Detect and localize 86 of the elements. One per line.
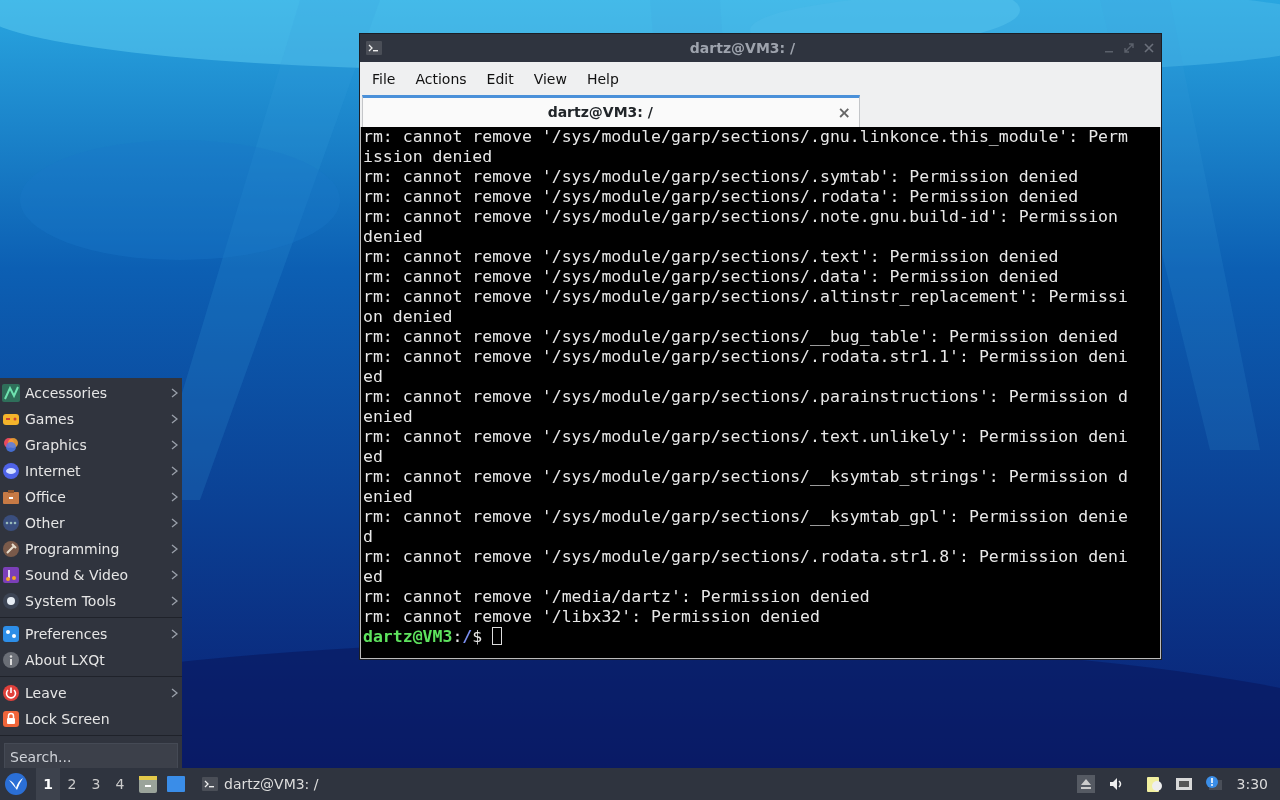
search-field[interactable]: Search... bbox=[4, 743, 178, 768]
notification-icon[interactable] bbox=[1204, 775, 1223, 793]
task-button[interactable]: dartz@VM3: / bbox=[194, 768, 327, 800]
menu-entry[interactable]: About LXQt bbox=[0, 647, 182, 673]
terminal-line: rm: cannot remove '/media/dartz': Permission denied bbox=[363, 587, 870, 607]
menu-entry[interactable]: Preferences bbox=[0, 621, 182, 647]
terminal-line: enied bbox=[363, 487, 413, 507]
text-cursor bbox=[492, 627, 503, 645]
terminal-line: ed bbox=[363, 447, 383, 467]
terminal-line: rm: cannot remove '/libx32': Permission denied bbox=[363, 607, 820, 627]
chart-icon bbox=[2, 384, 20, 402]
music-icon bbox=[2, 566, 20, 584]
terminal-line: rm: cannot remove '/sys/module/garp/sections/__bug_table': Permission denied bbox=[363, 327, 1118, 347]
terminal-line: rm: cannot remove '/sys/module/garp/sections/.data': Permission denied bbox=[363, 267, 1059, 287]
color-circles-icon bbox=[2, 436, 20, 454]
chevron-right-icon bbox=[171, 466, 178, 476]
menu-entry[interactable]: Lock Screen bbox=[0, 706, 182, 732]
menu-item[interactable]: Actions bbox=[405, 66, 477, 93]
prompt-line: dartz@VM3:/$ bbox=[363, 627, 503, 647]
desktop-icon[interactable] bbox=[166, 774, 186, 794]
terminal-line: rm: cannot remove '/sys/module/garp/sections/.note.gnu.build-id': Permission bbox=[363, 207, 1118, 227]
terminal-line: rm: cannot remove '/sys/module/garp/sections/.symtab': Permission denied bbox=[363, 167, 1079, 187]
terminal-line: rm: cannot remove '/sys/module/garp/sections/.rodata.str1.8': Permission deni bbox=[363, 547, 1128, 567]
briefcase-icon bbox=[2, 488, 20, 506]
file-cabinet-icon[interactable] bbox=[138, 774, 158, 794]
hammer-icon bbox=[2, 540, 20, 558]
menu-item[interactable]: View bbox=[523, 66, 577, 93]
dots-icon bbox=[2, 514, 20, 532]
terminal-line: rm: cannot remove '/sys/module/garp/sections/.text': Permission denied bbox=[363, 247, 1059, 267]
chevron-right-icon bbox=[171, 492, 178, 502]
menu-entry[interactable]: Leave bbox=[0, 680, 182, 706]
terminal-line: ed bbox=[363, 367, 383, 387]
terminal-line: rm: cannot remove '/sys/module/garp/sections/.rodata.str1.1': Permission deni bbox=[363, 347, 1128, 367]
chevron-right-icon bbox=[171, 544, 178, 554]
terminal-line: enied bbox=[363, 407, 413, 427]
menu-entry[interactable]: Office bbox=[0, 484, 182, 510]
tab[interactable]: dartz@VM3: / × bbox=[362, 95, 860, 127]
workspace-button[interactable]: 1 bbox=[36, 768, 60, 800]
network-icon[interactable] bbox=[1174, 775, 1193, 793]
menu-entry[interactable]: Graphics bbox=[0, 432, 182, 458]
chevron-right-icon bbox=[171, 688, 178, 698]
menu-entry[interactable]: System Tools bbox=[0, 588, 182, 614]
chevron-right-icon bbox=[171, 440, 178, 450]
menu-entry[interactable]: Other bbox=[0, 510, 182, 536]
chevron-right-icon bbox=[171, 596, 178, 606]
close-icon[interactable] bbox=[1143, 42, 1155, 54]
terminal-line: d bbox=[363, 527, 373, 547]
menu-item[interactable]: Edit bbox=[476, 66, 524, 93]
terminal-line: rm: cannot remove '/sys/module/garp/sections/.rodata': Permission denied bbox=[363, 187, 1079, 207]
terminal-line: ed bbox=[363, 567, 383, 587]
window-title: dartz@VM3: / bbox=[688, 38, 797, 58]
menu-entry[interactable]: Internet bbox=[0, 458, 182, 484]
terminal-line: rm: cannot remove '/sys/module/garp/sections/__ksymtab_gpl': Permission denie bbox=[363, 507, 1128, 527]
eject-icon[interactable] bbox=[1076, 775, 1095, 793]
chevron-right-icon bbox=[171, 414, 178, 424]
terminal-line: ission denied bbox=[363, 147, 493, 167]
terminal-line: rm: cannot remove '/sys/module/garp/sections/.altinstr_replacement': Permissi bbox=[363, 287, 1128, 307]
terminal-line: rm: cannot remove '/sys/module/garp/sections/.text.unlikely': Permission deni bbox=[363, 427, 1128, 447]
terminal-line: rm: cannot remove '/sys/module/garp/sections/.gnu.linkonce.this_module': Perm bbox=[363, 127, 1128, 147]
terminal-icon bbox=[366, 41, 382, 55]
clock: 3:30 bbox=[1236, 774, 1268, 794]
workspace-button[interactable]: 2 bbox=[60, 768, 84, 800]
globe-icon bbox=[2, 462, 20, 480]
terminal-line: rm: cannot remove '/sys/module/garp/sections/__ksymtab_strings': Permission d bbox=[363, 467, 1128, 487]
tab-close-button[interactable]: × bbox=[837, 100, 851, 125]
terminal-line: denied bbox=[363, 227, 423, 247]
menu-entry[interactable]: Accessories bbox=[0, 380, 182, 406]
menu-item[interactable]: File bbox=[362, 66, 406, 93]
chevron-right-icon bbox=[171, 518, 178, 528]
terminal-line: rm: cannot remove '/sys/module/garp/sections/.parainstructions': Permission d bbox=[363, 387, 1128, 407]
toggles-icon bbox=[2, 625, 20, 643]
chevron-right-icon bbox=[171, 570, 178, 580]
workspace-button[interactable]: 4 bbox=[108, 768, 132, 800]
power-icon bbox=[2, 684, 20, 702]
chevron-right-icon bbox=[171, 629, 178, 639]
clipboard-icon[interactable] bbox=[1144, 775, 1163, 793]
chevron-right-icon bbox=[171, 388, 178, 398]
menu-entry[interactable]: Games bbox=[0, 406, 182, 432]
lock-icon bbox=[2, 710, 20, 728]
menu-entry[interactable]: Programming bbox=[0, 536, 182, 562]
menu-item[interactable]: Help bbox=[576, 66, 629, 93]
menu-entry[interactable]: Sound & Video bbox=[0, 562, 182, 588]
info-icon bbox=[2, 651, 20, 669]
terminal-icon bbox=[202, 777, 218, 791]
terminal-line: on denied bbox=[363, 307, 453, 327]
workspace-button[interactable]: 3 bbox=[84, 768, 108, 800]
